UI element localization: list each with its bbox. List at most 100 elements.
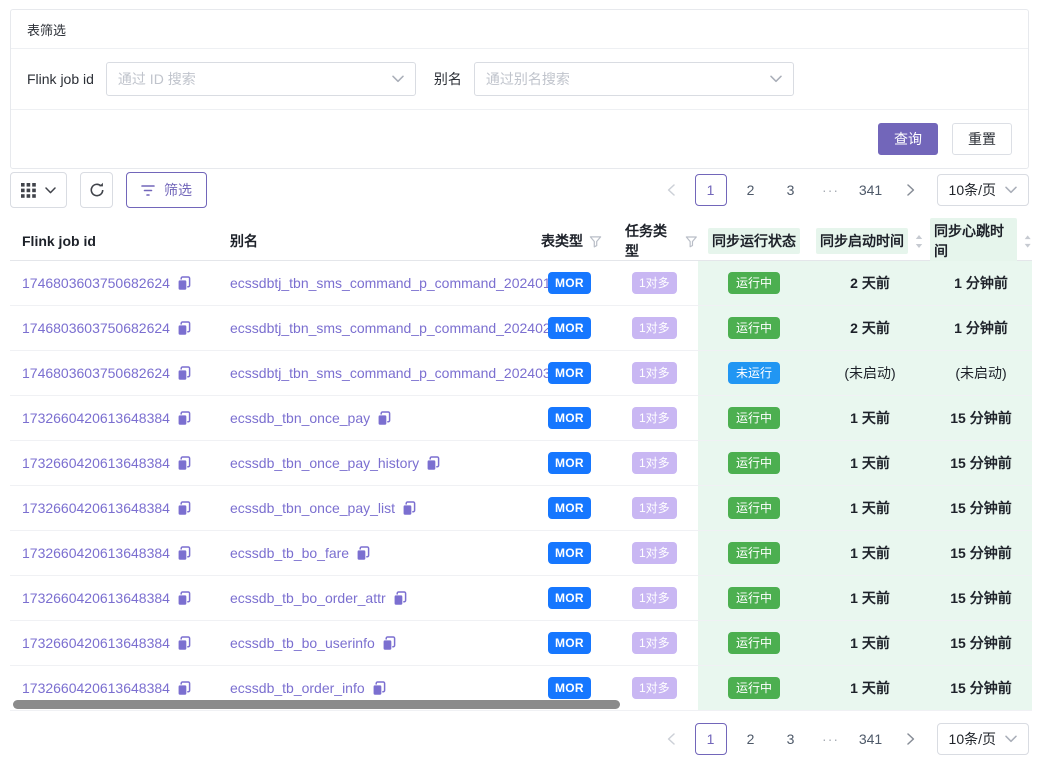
sync-heartbeat-time-cell: 1 分钟前 [930,261,1032,305]
copy-job-id-button[interactable] [177,591,191,606]
alias-link[interactable]: ecssdb_tbn_once_pay_history [230,455,419,471]
page-size-select[interactable]: 10条/页 [937,174,1029,206]
flink-job-id-select[interactable] [106,62,416,96]
copy-job-id-button[interactable] [177,411,191,426]
sync-status-badge: 运行中 [728,272,780,294]
table-tools: 筛选 [10,172,207,208]
table-row: 1732660420613648384 ecssdb_tbn_once_pay MO… [10,396,1032,441]
page-size-select[interactable]: 10条/页 [937,723,1029,755]
sync-status-badge: 运行中 [728,317,780,339]
page-button-341[interactable]: 341 [855,174,887,206]
copy-alias-button[interactable] [426,456,440,471]
sync-status-badge: 运行中 [728,497,780,519]
job-id-link[interactable]: 1732660420613648384 [22,410,170,426]
table-row: 1732660420613648384 ecssdb_tbn_once_pay_l… [10,486,1032,531]
table-type-badge: MOR [548,497,591,519]
sync-heartbeat-time-cell: (未启动) [930,351,1032,395]
page-button-3[interactable]: 3 [775,723,807,755]
alias-link[interactable]: ecssdb_tb_order_info [230,680,365,696]
job-id-link[interactable]: 1746803603750682624 [22,320,170,336]
next-page-button[interactable] [895,723,927,755]
page-button-341[interactable]: 341 [855,723,887,755]
job-id-link[interactable]: 1732660420613648384 [22,590,170,606]
task-type-badge: 1对多 [632,317,677,339]
sorter-icon[interactable] [1023,234,1032,249]
filter-button[interactable]: 筛选 [126,172,207,208]
chevron-left-icon [667,184,675,196]
alias-link[interactable]: ecssdbtj_tbn_sms_command_p_command_20240… [230,365,551,381]
copy-job-id-button[interactable] [177,321,191,336]
page-ellipsis[interactable]: ··· [815,723,847,755]
page-button-1[interactable]: 1 [695,174,727,206]
job-id-cell: 1732660420613648384 [10,486,218,530]
job-id-link[interactable]: 1732660420613648384 [22,680,170,696]
copy-alias-button[interactable] [402,501,416,516]
prev-page-button[interactable] [655,723,687,755]
copy-alias-button[interactable] [382,636,396,651]
funnel-filter-icon[interactable] [685,235,698,248]
page-button-2[interactable]: 2 [735,174,767,206]
table-type-badge: MOR [548,452,591,474]
page-button-2[interactable]: 2 [735,723,767,755]
column-header-7[interactable]: 同步心跳时间 [930,218,1032,264]
job-id-link[interactable]: 1732660420613648384 [22,635,170,651]
copy-icon [356,546,370,561]
column-settings-button[interactable] [10,172,67,208]
copy-job-id-button[interactable] [177,456,191,471]
alias-link[interactable]: ecssdb_tb_bo_fare [230,545,349,561]
copy-job-id-button[interactable] [177,681,191,696]
page-size-label: 10条/页 [949,729,996,749]
job-id-link[interactable]: 1732660420613648384 [22,545,170,561]
alias-input[interactable] [486,71,770,87]
job-id-link[interactable]: 1746803603750682624 [22,365,170,381]
horizontal-scrollbar-thumb[interactable] [13,700,620,709]
chevron-down-icon [1005,735,1017,743]
copy-alias-button[interactable] [393,591,407,606]
alias-link[interactable]: ecssdbtj_tbn_sms_command_p_command_20240… [230,320,551,336]
alias-link[interactable]: ecssdb_tbn_once_pay_list [230,500,395,516]
copy-job-id-button[interactable] [177,501,191,516]
alias-link[interactable]: ecssdb_tbn_once_pay [230,410,370,426]
copy-alias-button[interactable] [377,411,391,426]
query-button[interactable]: 查询 [878,123,938,155]
prev-page-button[interactable] [655,174,687,206]
job-id-link[interactable]: 1732660420613648384 [22,500,170,516]
page-button-3[interactable]: 3 [775,174,807,206]
sync-status-cell: 运行中 [698,531,810,575]
copy-job-id-button[interactable] [177,636,191,651]
copy-job-id-button[interactable] [177,366,191,381]
sync-heartbeat-time: 15 分钟前 [950,408,1011,428]
table-type-badge: MOR [548,407,591,429]
alias-link[interactable]: ecssdb_tb_bo_userinfo [230,635,375,651]
alias-link[interactable]: ecssdb_tb_bo_order_attr [230,590,386,606]
column-header-6[interactable]: 同步启动时间 [810,218,930,264]
copy-alias-button[interactable] [356,546,370,561]
refresh-button[interactable] [80,172,113,208]
job-id-cell: 1746803603750682624 [10,351,218,395]
task-type-cell: 1对多 [625,666,698,710]
sync-heartbeat-time: 1 分钟前 [954,318,1008,338]
task-type-cell: 1对多 [625,486,698,530]
reset-button[interactable]: 重置 [952,123,1012,155]
job-id-link[interactable]: 1732660420613648384 [22,455,170,471]
task-type-badge: 1对多 [632,632,677,654]
next-page-button[interactable] [895,174,927,206]
copy-job-id-button[interactable] [177,546,191,561]
sync-start-time: 1 天前 [850,408,890,428]
column-header-2: 别名 [218,218,538,264]
copy-alias-button[interactable] [372,681,386,696]
funnel-filter-icon[interactable] [589,235,602,248]
flink-job-id-input[interactable] [118,71,392,87]
sync-status-badge: 运行中 [728,452,780,474]
job-id-cell: 1746803603750682624 [10,306,218,350]
column-header-3[interactable]: 表类型 [538,218,625,264]
alias-select[interactable] [474,62,794,96]
column-header-4[interactable]: 任务类型 [625,218,698,264]
job-id-link[interactable]: 1746803603750682624 [22,275,170,291]
page-ellipsis[interactable]: ··· [815,174,847,206]
copy-job-id-button[interactable] [177,276,191,291]
copy-icon [382,636,396,651]
sorter-icon[interactable] [914,234,924,249]
alias-link[interactable]: ecssdbtj_tbn_sms_command_p_command_20240… [230,275,551,291]
page-button-1[interactable]: 1 [695,723,727,755]
